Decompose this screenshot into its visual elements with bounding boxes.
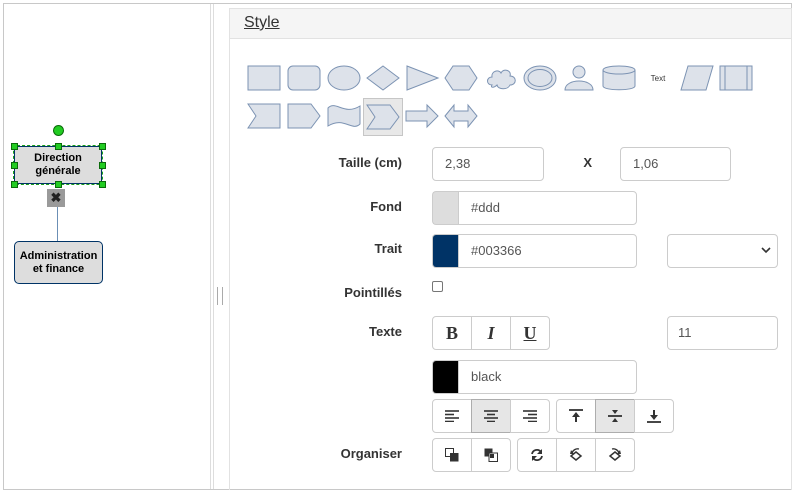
actor-icon[interactable] bbox=[560, 60, 598, 96]
panel-title[interactable]: Style bbox=[244, 14, 280, 31]
stroke-swatch[interactable] bbox=[432, 234, 458, 268]
dashed-checkbox[interactable] bbox=[432, 281, 443, 292]
size-label: Taille (cm) bbox=[338, 155, 402, 170]
bring-to-front-icon[interactable] bbox=[432, 438, 472, 472]
dashed-label: Pointillés bbox=[344, 285, 402, 300]
pentagon-icon[interactable] bbox=[285, 98, 323, 134]
fill-swatch[interactable] bbox=[432, 191, 458, 225]
node-label: Administration et finance bbox=[19, 249, 98, 275]
layer-order-group bbox=[432, 438, 511, 472]
align-left-icon[interactable] bbox=[432, 399, 472, 433]
panel-splitter[interactable] bbox=[210, 4, 214, 489]
splitter-grip-icon[interactable] bbox=[217, 287, 223, 305]
resize-handle-nw[interactable] bbox=[11, 143, 18, 150]
width-input[interactable]: 2,38 bbox=[432, 147, 544, 181]
text-color-input[interactable]: black bbox=[458, 360, 637, 394]
resize-handle-s[interactable] bbox=[55, 181, 62, 188]
diagram-canvas[interactable]: Direction générale ✖ Administration et f… bbox=[4, 4, 210, 489]
cloud-icon[interactable] bbox=[482, 60, 520, 96]
double-ellipse-icon[interactable] bbox=[521, 60, 559, 96]
panel-header: Style bbox=[230, 9, 791, 39]
vertical-align-group bbox=[556, 399, 674, 433]
resize-handle-e[interactable] bbox=[99, 162, 106, 169]
node-label: Direction générale bbox=[34, 152, 82, 177]
rotate-right-icon[interactable] bbox=[595, 438, 635, 472]
rectangle-icon[interactable] bbox=[245, 60, 283, 96]
notched-arrow-icon[interactable] bbox=[245, 98, 283, 134]
double-arrow-icon[interactable] bbox=[442, 98, 480, 134]
align-center-icon[interactable] bbox=[471, 399, 511, 433]
resize-handle-se[interactable] bbox=[99, 181, 106, 188]
process-icon[interactable] bbox=[717, 60, 755, 96]
refresh-icon[interactable] bbox=[517, 438, 557, 472]
stroke-label: Trait bbox=[374, 241, 402, 256]
node-direction-generale[interactable]: Direction générale bbox=[13, 145, 103, 185]
rotate-left-icon[interactable] bbox=[556, 438, 596, 472]
align-top-icon[interactable] bbox=[556, 399, 596, 433]
chevron-icon[interactable] bbox=[363, 98, 403, 136]
hexagon-icon[interactable] bbox=[442, 60, 480, 96]
fill-color-picker[interactable]: #ddd bbox=[432, 191, 637, 225]
send-to-back-icon[interactable] bbox=[471, 438, 511, 472]
align-bottom-icon[interactable] bbox=[634, 399, 674, 433]
delete-icon[interactable]: ✖ bbox=[47, 189, 65, 207]
triangle-icon[interactable] bbox=[403, 60, 441, 96]
resize-handle-ne[interactable] bbox=[99, 143, 106, 150]
resize-handle-sw[interactable] bbox=[11, 181, 18, 188]
rotate-handle[interactable] bbox=[53, 125, 64, 136]
align-middle-icon[interactable] bbox=[595, 399, 635, 433]
stroke-color-picker[interactable]: #003366 bbox=[432, 234, 637, 268]
fill-label: Fond bbox=[370, 199, 402, 214]
text-color-picker[interactable]: black bbox=[432, 360, 637, 394]
node-administration-finance[interactable]: Administration et finance bbox=[14, 241, 103, 284]
text-color-swatch[interactable] bbox=[432, 360, 458, 394]
diamond-icon[interactable] bbox=[364, 60, 402, 96]
rounded-rectangle-icon[interactable] bbox=[285, 60, 323, 96]
size-separator-label: X bbox=[583, 155, 592, 170]
horizontal-align-group bbox=[432, 399, 550, 433]
arrow-icon[interactable] bbox=[403, 98, 441, 134]
text-style-group: B I U bbox=[432, 316, 550, 350]
italic-button[interactable]: I bbox=[471, 316, 511, 350]
ellipse-icon[interactable] bbox=[325, 60, 363, 96]
rotate-group bbox=[517, 438, 635, 472]
fill-color-input[interactable]: #ddd bbox=[458, 191, 637, 225]
parallelogram-icon[interactable] bbox=[678, 60, 716, 96]
bold-button[interactable]: B bbox=[432, 316, 472, 350]
chevron-down-icon bbox=[761, 245, 771, 257]
resize-handle-n[interactable] bbox=[55, 143, 62, 150]
tape-icon[interactable] bbox=[325, 98, 363, 134]
height-input[interactable]: 1,06 bbox=[620, 147, 731, 181]
resize-handle-w[interactable] bbox=[11, 162, 18, 169]
font-size-input[interactable]: 11 bbox=[667, 316, 778, 350]
align-right-icon[interactable] bbox=[510, 399, 550, 433]
stroke-color-input[interactable]: #003366 bbox=[458, 234, 637, 268]
text-shape-icon[interactable]: Text bbox=[639, 60, 677, 96]
underline-button[interactable]: U bbox=[510, 316, 550, 350]
connector-line[interactable] bbox=[57, 207, 58, 241]
cylinder-icon[interactable] bbox=[600, 60, 638, 96]
text-label: Texte bbox=[369, 324, 402, 339]
stroke-width-select[interactable] bbox=[667, 234, 778, 268]
arrange-label: Organiser bbox=[340, 446, 402, 461]
